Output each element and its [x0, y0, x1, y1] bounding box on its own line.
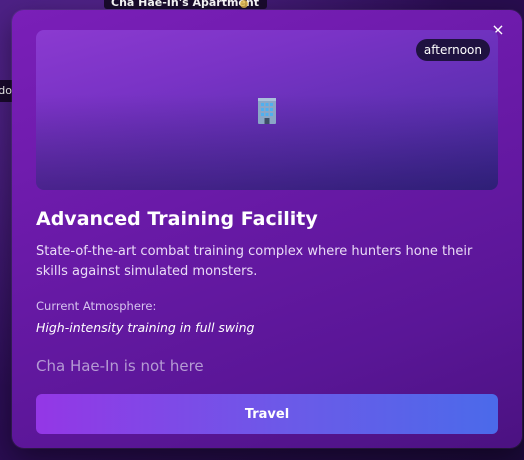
- atmosphere-value: High-intensity training in full swing: [36, 320, 255, 335]
- map-pin-icon[interactable]: [240, 0, 248, 8]
- atmosphere-label: Current Atmosphere:: [36, 299, 157, 313]
- character-presence-status: Cha Hae-In is not here: [36, 357, 204, 375]
- location-detail-modal: × afternoon Advanced Training Facility S…: [12, 10, 522, 448]
- time-of-day-badge: afternoon: [415, 39, 490, 61]
- location-description: State-of-the-art combat training complex…: [36, 244, 473, 279]
- location-hero-image: afternoon: [36, 30, 498, 190]
- location-title: Advanced Training Facility: [36, 208, 318, 230]
- office-building-icon: [258, 98, 276, 124]
- map-location-label-partial[interactable]: do: [0, 80, 12, 102]
- travel-button[interactable]: Travel: [36, 394, 498, 434]
